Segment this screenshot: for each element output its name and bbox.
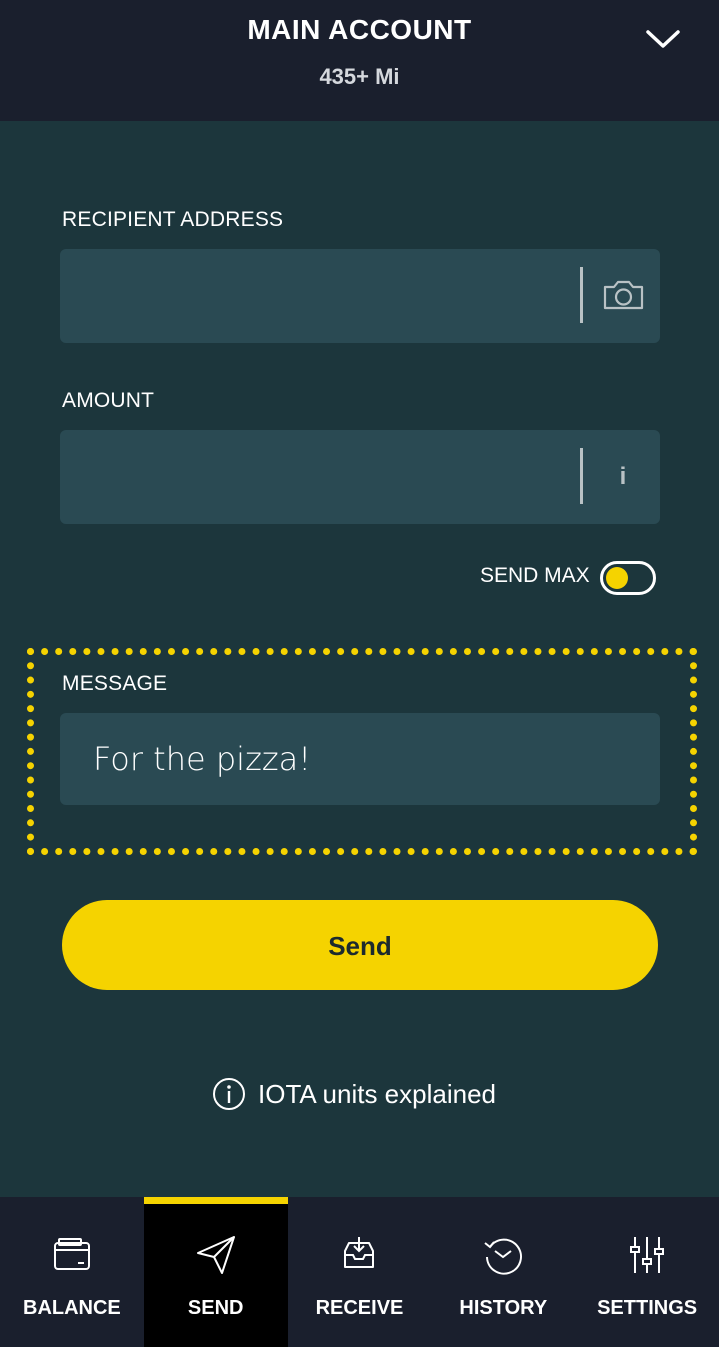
nav-label: HISTORY bbox=[459, 1297, 548, 1319]
nav-item-history[interactable]: HISTORY bbox=[431, 1197, 575, 1347]
account-balance: 435+ Mi bbox=[319, 64, 400, 89]
send-max-toggle[interactable] bbox=[600, 561, 656, 595]
send-button[interactable]: Send bbox=[62, 900, 658, 990]
bottom-nav: BALANCE SEND RECEIVE HISTORY SETTINGS bbox=[0, 1197, 719, 1347]
message-input[interactable] bbox=[60, 713, 660, 805]
recipient-address-field bbox=[60, 249, 660, 343]
nav-item-receive[interactable]: RECEIVE bbox=[288, 1197, 432, 1347]
chevron-down-icon[interactable] bbox=[640, 22, 686, 56]
camera-icon[interactable] bbox=[596, 269, 650, 323]
send-max-label: SEND MAX bbox=[480, 564, 590, 587]
nav-item-settings[interactable]: SETTINGS bbox=[575, 1197, 719, 1347]
nav-label: SETTINGS bbox=[597, 1297, 698, 1319]
nav-label: BALANCE bbox=[23, 1297, 121, 1319]
nav-item-balance[interactable]: BALANCE bbox=[0, 1197, 144, 1347]
toggle-knob bbox=[606, 567, 628, 589]
account-name: MAIN ACCOUNT bbox=[247, 14, 472, 45]
info-circle-icon bbox=[213, 1078, 245, 1110]
message-label: MESSAGE bbox=[62, 672, 168, 695]
message-field bbox=[60, 713, 660, 805]
amount-label: AMOUNT bbox=[62, 389, 155, 412]
amount-input[interactable] bbox=[60, 430, 570, 524]
paper-plane-icon bbox=[196, 1236, 235, 1274]
history-icon bbox=[484, 1238, 523, 1275]
wallet-icon bbox=[53, 1238, 90, 1270]
nav-item-send[interactable]: SEND bbox=[143, 1197, 288, 1347]
nav-label: SEND bbox=[187, 1297, 244, 1319]
iota-units-link-text: IOTA units explained bbox=[258, 1078, 496, 1109]
iota-units-link[interactable]: IOTA units explained bbox=[212, 1076, 496, 1112]
unit-info-icon[interactable]: i bbox=[596, 454, 650, 500]
inbox-icon bbox=[344, 1237, 375, 1268]
recipient-address-input[interactable] bbox=[60, 249, 570, 343]
account-header: MAIN ACCOUNT 435+ Mi bbox=[0, 0, 719, 121]
recipient-address-label: RECIPIENT ADDRESS bbox=[62, 208, 284, 231]
field-divider bbox=[580, 448, 583, 504]
field-divider bbox=[580, 267, 583, 323]
sliders-icon bbox=[630, 1237, 665, 1273]
amount-field: i bbox=[60, 430, 660, 524]
nav-label: RECEIVE bbox=[315, 1297, 404, 1319]
